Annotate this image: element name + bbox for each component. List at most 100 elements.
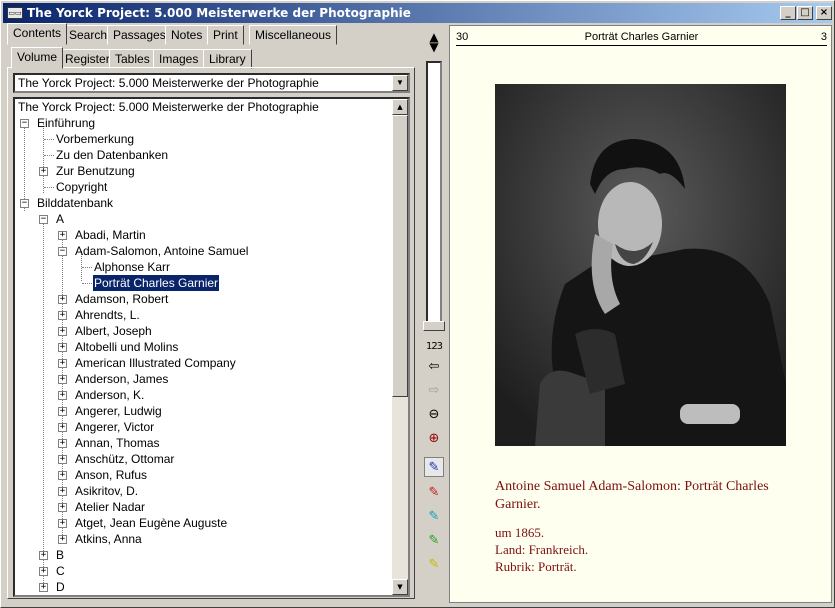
maximize-button[interactable]: □ — [797, 6, 813, 20]
page-numbers-toggle[interactable]: 123 — [422, 337, 446, 357]
tree-item-author[interactable]: Angerer, Ludwig — [75, 403, 162, 419]
minimize-button[interactable]: _ — [780, 6, 796, 20]
scroll-up-icon[interactable]: ▲ — [392, 99, 408, 115]
collapse-icon[interactable]: − — [58, 247, 67, 256]
tree-item-author[interactable]: Annan, Thomas — [75, 435, 160, 451]
scrollbar-thumb[interactable] — [392, 115, 408, 397]
expand-icon[interactable]: + — [58, 375, 67, 384]
book-icon: ▭▭ — [7, 7, 23, 19]
tree-item-letter-b[interactable]: B — [56, 547, 64, 563]
tree-item-author[interactable]: Angerer, Victor — [75, 419, 154, 435]
tree-item-copyright[interactable]: Copyright — [56, 179, 107, 195]
contents-tree[interactable]: The Yorck Project: 5.000 Meisterwerke de… — [13, 97, 410, 597]
zoom-in-icon[interactable]: ⊕ — [424, 429, 444, 449]
tab-miscellaneous[interactable]: Miscellaneous — [249, 25, 338, 45]
expand-icon[interactable]: + — [58, 391, 67, 400]
expand-icon[interactable]: + — [58, 327, 67, 336]
tree-item-author[interactable]: Adamson, Robert — [75, 291, 168, 307]
image-metadata: um 1865. Land: Frankreich. Rubrik: Portr… — [495, 524, 815, 575]
tab-tables[interactable]: Tables — [109, 49, 156, 69]
tree-item-author[interactable]: Atkins, Anna — [75, 531, 142, 547]
expand-icon[interactable]: + — [39, 583, 48, 592]
tree-item-author[interactable]: Anschütz, Ottomar — [75, 451, 174, 467]
expand-icon[interactable]: + — [58, 311, 67, 320]
tree-item-author[interactable]: Adam-Salomon, Antoine Samuel — [75, 243, 248, 259]
page-slider-thumb[interactable] — [423, 321, 445, 331]
tree-item-author[interactable]: Asikritov, D. — [75, 483, 138, 499]
page-down-icon[interactable]: ▼ — [424, 37, 444, 57]
tree-item-author[interactable]: Altobelli und Molins — [75, 339, 178, 355]
tree-item-author[interactable]: Atget, Jean Eugène Auguste — [75, 515, 227, 531]
expand-icon[interactable]: + — [58, 519, 67, 528]
yellow-marker-icon[interactable]: ✎ — [424, 555, 444, 575]
tab-passages[interactable]: Passages — [107, 25, 172, 45]
image-date: um 1865. — [495, 525, 545, 540]
tab-contents[interactable]: Contents — [7, 23, 68, 45]
volume-select-value: The Yorck Project: 5.000 Meisterwerke de… — [18, 76, 319, 90]
collapse-icon[interactable]: − — [20, 119, 29, 128]
tree-item-letter-c[interactable]: C — [56, 563, 65, 579]
back-arrow-icon[interactable]: ⇦ — [424, 357, 444, 377]
tree-item-vorbemerkung[interactable]: Vorbemerkung — [56, 131, 134, 147]
tree-item-zu-den-datenbanken[interactable]: Zu den Datenbanken — [56, 147, 168, 163]
tree-item-author[interactable]: Albert, Joseph — [75, 323, 152, 339]
tree-item-author[interactable]: Anderson, K. — [75, 387, 144, 403]
tree-item-work[interactable]: Alphonse Karr — [94, 259, 170, 275]
expand-icon[interactable]: + — [58, 359, 67, 368]
expand-icon[interactable]: + — [58, 439, 67, 448]
tree-connector — [82, 267, 92, 268]
title-bar[interactable]: ▭▭ The Yorck Project: 5.000 Meisterwerke… — [3, 3, 832, 23]
tree-item-selected[interactable]: Porträt Charles Garnier — [91, 274, 221, 292]
document-view[interactable]: 30 Porträt Charles Garnier 3 Antoine Sam… — [449, 25, 832, 603]
collapse-icon[interactable]: − — [39, 215, 48, 224]
expand-icon[interactable]: + — [58, 407, 67, 416]
cyan-marker-icon[interactable]: ✎ — [424, 507, 444, 527]
tab-volume[interactable]: Volume — [11, 47, 64, 69]
tree-root[interactable]: The Yorck Project: 5.000 Meisterwerke de… — [18, 99, 319, 115]
page-header: 30 Porträt Charles Garnier 3 — [456, 30, 827, 46]
tree-item-author[interactable]: Anderson, James — [75, 371, 168, 387]
tree-item-einfuehrung[interactable]: Einführung — [37, 115, 95, 131]
expand-icon[interactable]: + — [58, 535, 67, 544]
tree-item-author[interactable]: American Illustrated Company — [75, 355, 236, 371]
chevron-down-icon[interactable]: ▼ — [392, 75, 408, 91]
tree-item-zur-benutzung[interactable]: Zur Benutzung — [56, 163, 135, 179]
portrait-photograph[interactable] — [495, 84, 786, 446]
close-button[interactable]: × — [816, 6, 832, 20]
zoom-out-icon[interactable]: ⊖ — [424, 405, 444, 425]
portrait-photograph-image — [495, 84, 786, 446]
expand-icon[interactable]: + — [39, 551, 48, 560]
expand-icon[interactable]: + — [58, 455, 67, 464]
collapse-icon[interactable]: − — [20, 199, 29, 208]
red-marker-icon[interactable]: ✎ — [424, 483, 444, 503]
expand-icon[interactable]: + — [58, 423, 67, 432]
green-marker-icon[interactable]: ✎ — [424, 531, 444, 551]
forward-arrow-icon[interactable]: ⇨ — [424, 381, 444, 401]
expand-icon[interactable]: + — [58, 295, 67, 304]
volume-select[interactable]: The Yorck Project: 5.000 Meisterwerke de… — [13, 73, 410, 93]
expand-icon[interactable]: + — [39, 167, 48, 176]
expand-icon[interactable]: + — [58, 231, 67, 240]
tree-item-author[interactable]: Anson, Rufus — [75, 467, 147, 483]
scroll-down-icon[interactable]: ▼ — [392, 579, 408, 595]
tab-library[interactable]: Library — [203, 49, 252, 69]
tree-scrollbar[interactable]: ▲ ▼ — [392, 99, 408, 595]
tree-item-bilddatenbank[interactable]: Bilddatenbank — [37, 195, 113, 211]
tree-item-letter-a[interactable]: A — [56, 211, 64, 227]
expand-icon[interactable]: + — [58, 343, 67, 352]
tree-item-letter-d[interactable]: D — [56, 579, 65, 595]
tab-search[interactable]: Search — [63, 25, 114, 45]
tree-item-author[interactable]: Atelier Nadar — [75, 499, 145, 515]
tree-item-author[interactable]: Ahrendts, L. — [75, 307, 140, 323]
tab-images[interactable]: Images — [153, 49, 205, 69]
expand-icon[interactable]: + — [58, 471, 67, 480]
expand-icon[interactable]: + — [58, 503, 67, 512]
expand-icon[interactable]: + — [39, 567, 48, 576]
page-slider-track[interactable] — [426, 61, 442, 329]
tab-print[interactable]: Print — [207, 25, 244, 45]
tab-register[interactable]: Register — [59, 49, 116, 69]
expand-icon[interactable]: + — [58, 487, 67, 496]
tab-notes[interactable]: Notes — [165, 25, 209, 45]
marker-eraser-icon[interactable]: ✎ — [424, 457, 444, 477]
tree-item-author[interactable]: Abadi, Martin — [75, 227, 146, 243]
